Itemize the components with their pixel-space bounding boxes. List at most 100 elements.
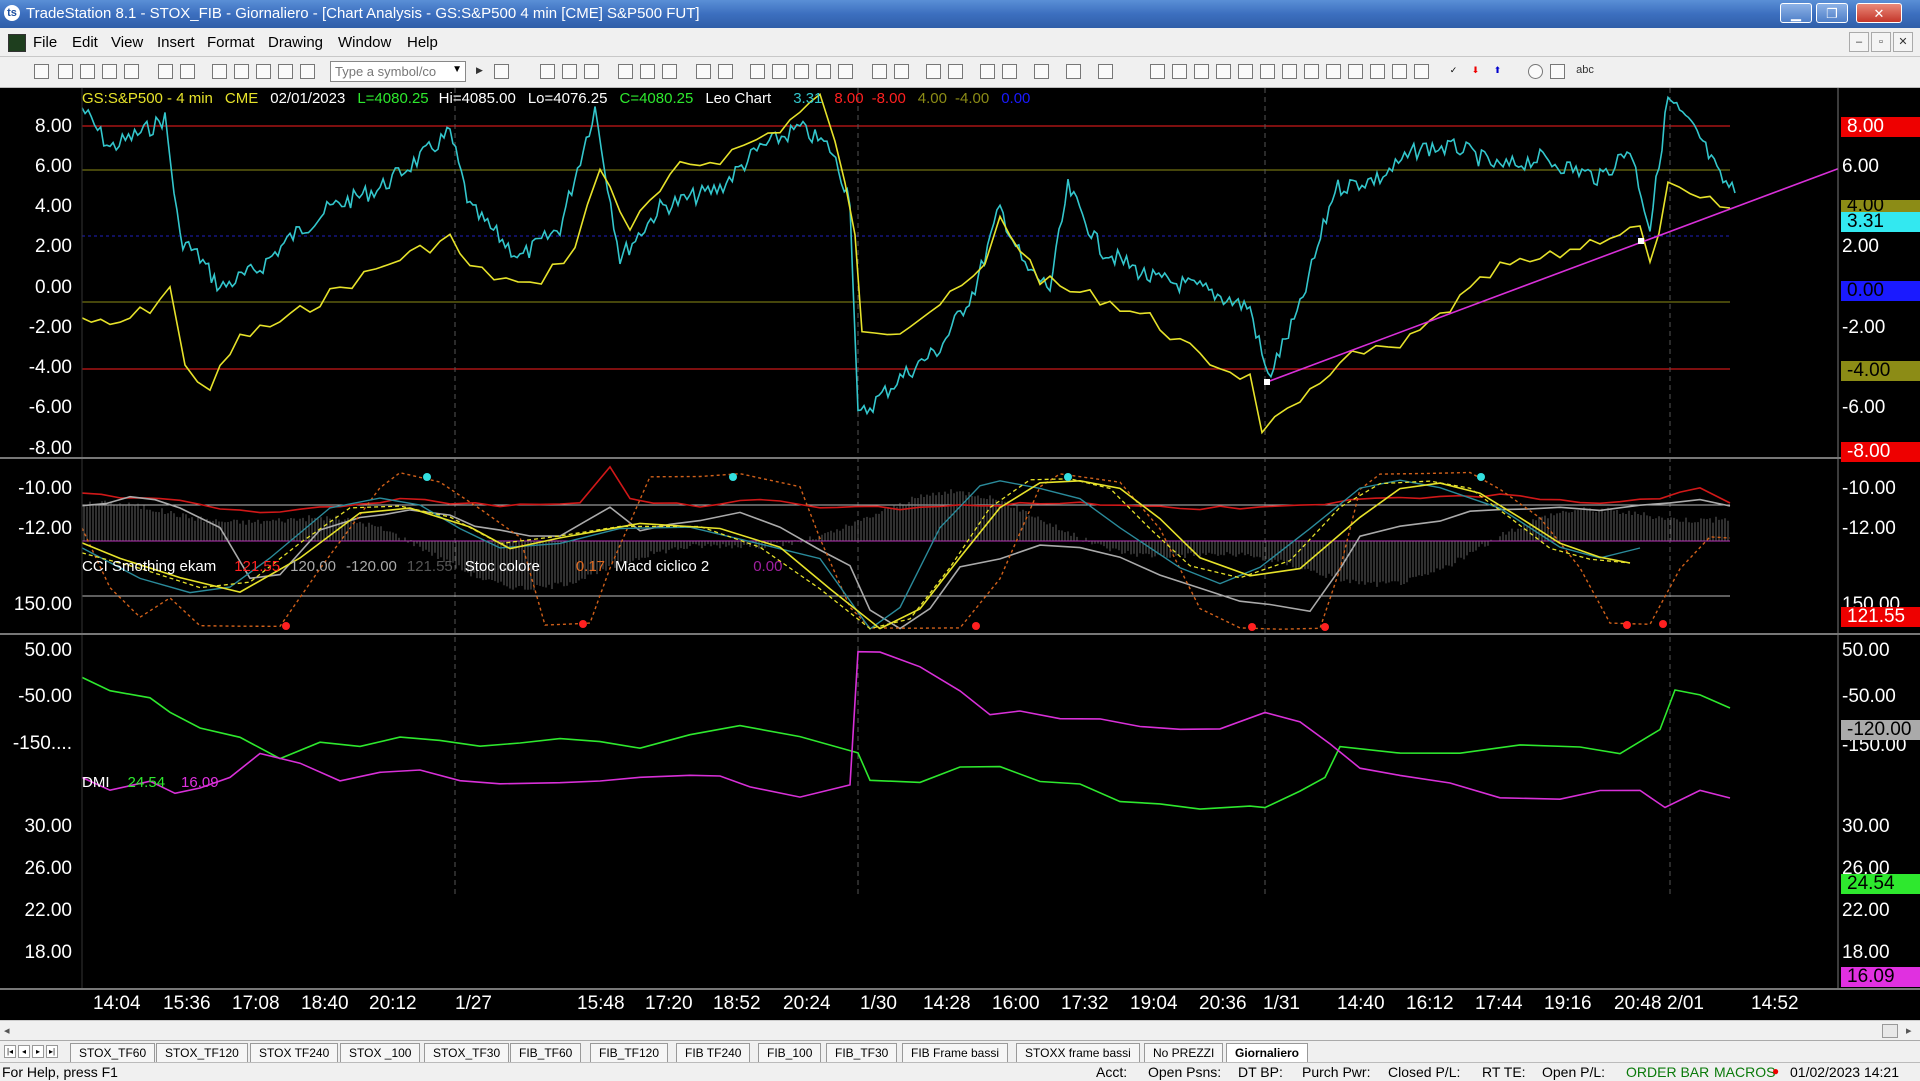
tab-prev-icon[interactable]: ◂ [18,1045,30,1058]
tab-sheet[interactable]: FIB_TF60 [510,1043,582,1063]
tab-sheet[interactable]: FIB Frame bassi [902,1043,1009,1063]
menu-edit[interactable]: Edit [72,34,98,51]
globe-icon[interactable] [300,64,315,79]
checkmark-icon[interactable]: ✓ [1446,64,1461,79]
cut-icon[interactable] [278,64,293,79]
sync-icon[interactable] [750,64,765,79]
menu-drawing[interactable]: Drawing [268,34,323,51]
radar-icon[interactable] [640,64,655,79]
open-workspace-icon[interactable] [80,64,95,79]
expand-icon[interactable] [872,64,887,79]
candle-icon[interactable] [816,64,831,79]
pointer-icon[interactable] [980,64,995,79]
trendline-icon[interactable] [1150,64,1165,79]
freehand-icon[interactable] [1414,64,1429,79]
scroll-right-icon[interactable]: ▸ [1906,1024,1912,1037]
horizontal-lines-icon[interactable] [1194,64,1209,79]
scroll-thumb[interactable] [1882,1024,1898,1038]
tab-sheet[interactable]: STOX_TF60 [70,1043,156,1063]
zoom-out-icon[interactable] [948,64,963,79]
chart-window-icon[interactable] [8,34,26,52]
rectangle-icon[interactable] [1550,64,1565,79]
tab-last-icon[interactable]: ▸| [46,1045,58,1058]
layout-icon[interactable] [562,64,577,79]
tab-sheet[interactable]: STOX TF240 [250,1043,339,1063]
channel-icon[interactable] [1216,64,1231,79]
close-button[interactable]: ✕ [1856,3,1902,23]
open-icon[interactable] [58,64,73,79]
tab-sheet[interactable]: STOXX frame bassi [1016,1043,1140,1063]
cursor-data-icon[interactable] [1002,64,1017,79]
print-preview-icon[interactable] [180,64,195,79]
tab-sheet[interactable]: FIB TF240 [676,1043,751,1063]
menu-view[interactable]: View [111,34,143,51]
tab-sheet[interactable]: Giornaliero [1226,1043,1309,1063]
bar-chart-icon[interactable] [794,64,809,79]
zoom-in-icon[interactable] [926,64,941,79]
play-icon[interactable]: ▶ [472,64,487,79]
tab-sheet[interactable]: No PREZZI [1144,1043,1224,1063]
mdi-restore-button[interactable]: ▫ [1871,32,1891,52]
menu-file[interactable]: File [33,34,57,51]
status-macros[interactable]: MACROS [1714,1064,1775,1080]
menu-format[interactable]: Format [207,34,255,51]
chevron-down-icon[interactable]: ▼ [452,64,462,75]
tab-sheet[interactable]: FIB_100 [758,1043,822,1063]
link-icon[interactable] [234,64,249,79]
compress-icon[interactable] [894,64,909,79]
gann-fan-icon[interactable] [1304,64,1319,79]
fibonacci-icon[interactable] [1260,64,1275,79]
window-tile-icon[interactable] [696,64,711,79]
tab-first-icon[interactable]: |◂ [4,1045,16,1058]
new-icon[interactable] [34,64,49,79]
text-icon[interactable]: abc [1574,64,1596,79]
mdi-close-button[interactable]: ✕ [1893,32,1913,52]
status-order-bar[interactable]: ORDER BAR [1626,1064,1709,1080]
maximize-button[interactable]: ❐ [1816,3,1848,23]
arc-icon[interactable] [1392,64,1407,79]
refresh-icon[interactable] [772,64,787,79]
histogram-icon[interactable] [838,64,853,79]
scanner-icon[interactable] [662,64,677,79]
chart-horizontal-scrollbar[interactable]: ◂ ▸ [0,1020,1920,1041]
menu-window[interactable]: Window [338,34,391,51]
tab-sheet[interactable]: FIB_TF30 [826,1043,898,1063]
window-icon[interactable] [212,64,227,79]
arrow-up-icon[interactable]: ⬆ [1490,64,1505,79]
tab-sheet[interactable]: STOX_TF120 [156,1043,248,1063]
andrews-pitchfork-icon[interactable] [1282,64,1297,79]
speed-lines-icon[interactable] [1238,64,1253,79]
alert-icon[interactable] [1098,64,1113,79]
symbol-input[interactable]: Type a symbol/co ▼ [330,61,466,82]
ellipse-icon[interactable] [1528,64,1543,79]
tab-sheet[interactable]: STOX _100 [340,1043,421,1063]
grid-icon[interactable] [584,64,599,79]
tab-next-icon[interactable]: ▸ [32,1045,44,1058]
regression-icon[interactable] [1348,64,1363,79]
format-icon[interactable] [540,64,555,79]
print-icon[interactable] [158,64,173,79]
panel-separator[interactable] [0,457,1920,459]
horizontal-arrow-icon[interactable] [1326,64,1341,79]
menu-insert[interactable]: Insert [157,34,195,51]
menu-help[interactable]: Help [407,34,438,51]
chart-icon[interactable] [618,64,633,79]
insert-study-icon[interactable] [1066,64,1081,79]
vertical-lines-icon[interactable] [1172,64,1187,79]
tab-sheet[interactable]: STOX_TF30 [424,1043,510,1063]
scroll-left-icon[interactable]: ◂ [4,1024,10,1037]
fib-extension-icon[interactable] [1370,64,1385,79]
panel-separator[interactable] [0,633,1920,635]
save-all-icon[interactable] [124,64,139,79]
tools-icon[interactable] [1034,64,1049,79]
chart-area[interactable]: GS:S&P500 - 4 min CME 02/01/2023 L=4080.25 H… [0,88,1920,1020]
save-icon[interactable] [102,64,117,79]
tab-sheet[interactable]: FIB_TF120 [590,1043,669,1063]
lock-icon[interactable] [256,64,271,79]
window-cascade-icon[interactable] [718,64,733,79]
mdi-minimize-button[interactable]: – [1849,32,1869,52]
time-axis-label: 18:40 [301,993,349,1014]
search-icon[interactable] [494,64,509,79]
arrow-down-icon[interactable]: ⬇ [1468,64,1483,79]
minimize-button[interactable]: ▁ [1780,3,1812,23]
